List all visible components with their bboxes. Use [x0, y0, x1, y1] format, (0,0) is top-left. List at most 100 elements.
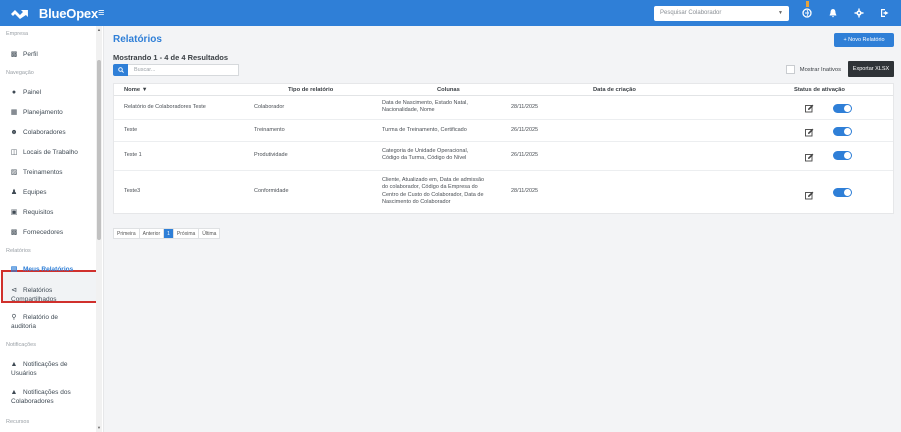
- sidebar-item-relatorio-auditoria-line2[interactable]: auditoria: [0, 322, 36, 331]
- sidebar-item-colaboradores[interactable]: ☻ Colaboradores: [0, 128, 65, 137]
- cell-data: 28/11/2025: [511, 104, 539, 110]
- cell-tipo: Colaborador: [254, 104, 285, 110]
- briefcase-icon: ▩: [10, 51, 18, 58]
- sidebar-item-fornecedores[interactable]: ▩ Fornecedores: [0, 228, 63, 237]
- activation-toggle[interactable]: [833, 151, 852, 160]
- cell-data: 26/11/2025: [511, 127, 539, 133]
- sidebar-item-equipes[interactable]: ♟ Equipes: [0, 188, 47, 197]
- sidebar-item-label: Notificações dos: [23, 389, 71, 396]
- supplier-icon: ▩: [10, 229, 18, 236]
- logout-icon[interactable]: [879, 7, 891, 19]
- audit-search-icon: ⚲: [11, 314, 17, 321]
- table-row: Teste3 Conformidade Cliente, Atualizado …: [114, 171, 893, 213]
- column-header-status: Status de ativação: [794, 87, 845, 93]
- main-content: Relatórios + Novo Relatório Mostrando 1 …: [110, 26, 901, 432]
- team-icon: ♟: [10, 189, 18, 196]
- search-icon: [117, 67, 124, 73]
- sidebar-item-relatorios-compartilhados[interactable]: ⊲ Relatórios: [0, 286, 52, 295]
- app-name: BlueOpex: [38, 5, 98, 21]
- sidebar-item-label: Usuários: [11, 370, 37, 377]
- table-row: Teste Treinamento Turma de Treinamento, …: [114, 120, 893, 142]
- page-last-button[interactable]: Última: [199, 229, 219, 238]
- page-first-button[interactable]: Primeira: [114, 229, 140, 238]
- sidebar-item-relatorios-compartilhados-line2[interactable]: Compartilhados: [0, 295, 57, 304]
- collaborator-search-placeholder: Pesquisar Colaborador: [660, 10, 722, 16]
- edit-icon[interactable]: [805, 191, 814, 200]
- cell-colunas-line: Nascimento do Colaborador: [382, 198, 451, 205]
- search-input[interactable]: [128, 64, 239, 76]
- sidebar-section-relatorios: Relatórios: [6, 248, 31, 254]
- sidebar-item-planejamento[interactable]: ▦ Planejamento: [0, 108, 63, 117]
- cell-colunas-line: Nacionalidade, Nome: [382, 107, 435, 114]
- sidebar-item-label: Meus Relatórios: [23, 266, 74, 273]
- activation-toggle[interactable]: [833, 188, 852, 197]
- sidebar-item-label: Treinamentos: [23, 169, 63, 176]
- show-inactive-label: Mostrar Inativos: [799, 66, 841, 73]
- cell-colunas-line: Turma de Treinamento, Certificado: [382, 127, 467, 133]
- table-row: Teste 1 Produtividade Categoria de Unida…: [114, 142, 893, 171]
- page-current-button[interactable]: 1: [164, 229, 174, 238]
- show-inactive-toggle[interactable]: Mostrar Inativos: [785, 65, 841, 74]
- activation-toggle[interactable]: [833, 104, 852, 113]
- sidebar-item-label: Fornecedores: [23, 229, 64, 236]
- sidebar-item-label: Perfil: [23, 51, 38, 58]
- sidebar-item-locais[interactable]: ◫ Locais de Trabalho: [0, 148, 78, 157]
- chevron-down-icon: ▼: [778, 10, 783, 16]
- scroll-down-arrow-icon[interactable]: ▼: [97, 425, 101, 430]
- top-bar: BlueOpex ≡ Pesquisar Colaborador ▼: [0, 0, 901, 26]
- export-xlsx-button[interactable]: Exportar XLSX: [848, 61, 894, 77]
- sidebar-item-notificacoes-usuarios[interactable]: ▲ Notificações de: [0, 360, 68, 369]
- sidebar-scrollbar-thumb[interactable]: [97, 60, 101, 240]
- sidebar-item-treinamentos[interactable]: ▨ Treinamentos: [0, 168, 63, 177]
- new-report-button[interactable]: + Novo Relatório: [834, 33, 894, 47]
- cell-colunas: Categoria de Unidade Operacional, Código…: [382, 148, 510, 163]
- cell-data: 26/11/2025: [511, 152, 539, 158]
- scroll-up-arrow-icon[interactable]: ▲: [97, 27, 101, 32]
- edit-icon[interactable]: [805, 153, 814, 162]
- sidebar-item-label: Painel: [23, 89, 42, 96]
- sidebar-item-meus-relatorios[interactable]: ▤ Meus Relatórios: [0, 265, 74, 274]
- sidebar-item-relatorio-auditoria[interactable]: ⚲ Relatório de: [0, 313, 58, 322]
- gear-icon[interactable]: [853, 7, 865, 19]
- cell-data: 28/11/2025: [511, 188, 539, 194]
- edit-icon[interactable]: [805, 128, 814, 137]
- sidebar: Empresa ▩ Perfil Navegação ● Painel ▦ Pl…: [0, 26, 104, 432]
- sidebar-item-notificacoes-colaboradores-line2[interactable]: Colaboradores: [0, 397, 54, 406]
- sidebar-item-painel[interactable]: ● Painel: [0, 88, 41, 97]
- sidebar-item-requisitos[interactable]: ▣ Requisitos: [0, 208, 54, 217]
- sidebar-item-label: Relatório de: [23, 314, 59, 321]
- cell-colunas: Data de Nascimento, Estado Natal, Nacion…: [382, 100, 510, 115]
- table-header: Nome ▼ Tipo de relatório Colunas Data de…: [114, 84, 893, 96]
- pagination: Primeira Anterior 1 Próxima Última: [113, 228, 221, 239]
- sidebar-item-perfil[interactable]: ▩ Perfil: [0, 50, 38, 59]
- cell-colunas-line: Data de Nascimento, Estado Natal,: [382, 100, 468, 106]
- search-button[interactable]: [113, 64, 128, 76]
- training-icon: ▨: [10, 169, 18, 176]
- page-next-button[interactable]: Próxima: [174, 229, 200, 238]
- page-prev-button[interactable]: Anterior: [140, 229, 165, 238]
- checklist-icon: ▣: [10, 209, 18, 216]
- sidebar-item-notificacoes-usuarios-line2[interactable]: Usuários: [0, 369, 37, 378]
- column-header-nome[interactable]: Nome ▼: [124, 87, 147, 93]
- menu-toggle-icon[interactable]: ≡: [98, 7, 112, 19]
- cell-colunas-line: do colaborador, Código da Empresa do: [382, 184, 478, 191]
- activation-toggle[interactable]: [833, 127, 852, 136]
- cell-colunas-line: Centro de Custo do Colaborador, Data de: [382, 191, 484, 198]
- share-icon: ⊲: [11, 287, 17, 294]
- results-count: Mostrando 1 - 4 de 4 Resultados: [113, 53, 229, 62]
- bell-icon: ▲: [10, 360, 18, 368]
- logo[interactable]: BlueOpex: [0, 6, 98, 21]
- bell-icon: ▲: [10, 388, 18, 396]
- collaborator-search-select[interactable]: Pesquisar Colaborador ▼: [654, 5, 789, 21]
- edit-icon[interactable]: [805, 104, 814, 113]
- sidebar-item-label: Compartilhados: [11, 296, 57, 303]
- sidebar-item-label: Equipes: [23, 189, 47, 196]
- show-inactive-checkbox[interactable]: [785, 65, 795, 74]
- bell-icon[interactable]: [827, 7, 839, 19]
- sidebar-item-label: Requisitos: [23, 209, 54, 216]
- reports-table: Nome ▼ Tipo de relatório Colunas Data de…: [113, 83, 894, 214]
- globe-icon[interactable]: [801, 1, 813, 19]
- cell-tipo: Produtividade: [254, 152, 288, 158]
- sidebar-item-notificacoes-colaboradores[interactable]: ▲ Notificações dos: [0, 388, 71, 397]
- cell-colunas-line: Código da Turma, Código do Nível: [382, 155, 467, 162]
